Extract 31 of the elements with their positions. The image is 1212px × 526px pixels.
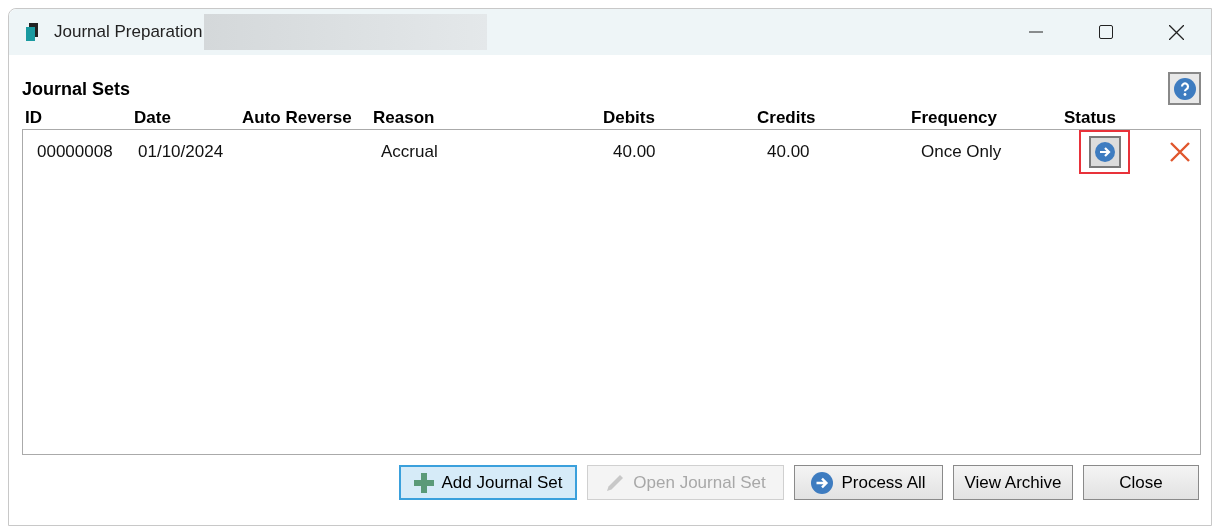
plus-icon (413, 472, 434, 493)
column-header: Auto Reverse (242, 107, 353, 130)
column-header: ID (25, 107, 43, 130)
delete-button[interactable] (1168, 140, 1192, 164)
app-icon (24, 22, 40, 42)
table-cell-text: 01/10/2024 (138, 141, 224, 164)
help-icon (1173, 77, 1196, 100)
column-header: Debits (603, 107, 656, 130)
column-header: Credits (757, 107, 817, 130)
window-title: Journal Preparation (54, 21, 203, 44)
minimize-icon (1029, 31, 1043, 33)
action-button[interactable]: Process All (794, 465, 943, 500)
action-button[interactable]: Close (1083, 465, 1199, 500)
delete-icon (1170, 142, 1190, 162)
table-cell-text: 00000008 (37, 141, 113, 164)
column-header: Frequency (911, 107, 998, 130)
action-button[interactable]: Add Journal Set (399, 465, 577, 500)
status-button[interactable] (1079, 130, 1130, 174)
section-title: Journal Sets (22, 78, 131, 101)
pencil-icon (605, 472, 626, 493)
table-cell-text: 40.00 (767, 141, 810, 164)
maximize-icon (1099, 25, 1113, 39)
close-icon (1168, 24, 1184, 40)
column-header: Date (134, 107, 172, 130)
column-header: Status (1064, 107, 1117, 130)
table-cell-text: Accrual (381, 141, 438, 164)
help-button[interactable] (1168, 72, 1201, 105)
action-button[interactable]: View Archive (953, 465, 1073, 500)
table-cell-text: 40.00 (613, 141, 656, 164)
column-header: Reason (373, 107, 436, 130)
table-cell-text: Once Only (921, 141, 1002, 164)
